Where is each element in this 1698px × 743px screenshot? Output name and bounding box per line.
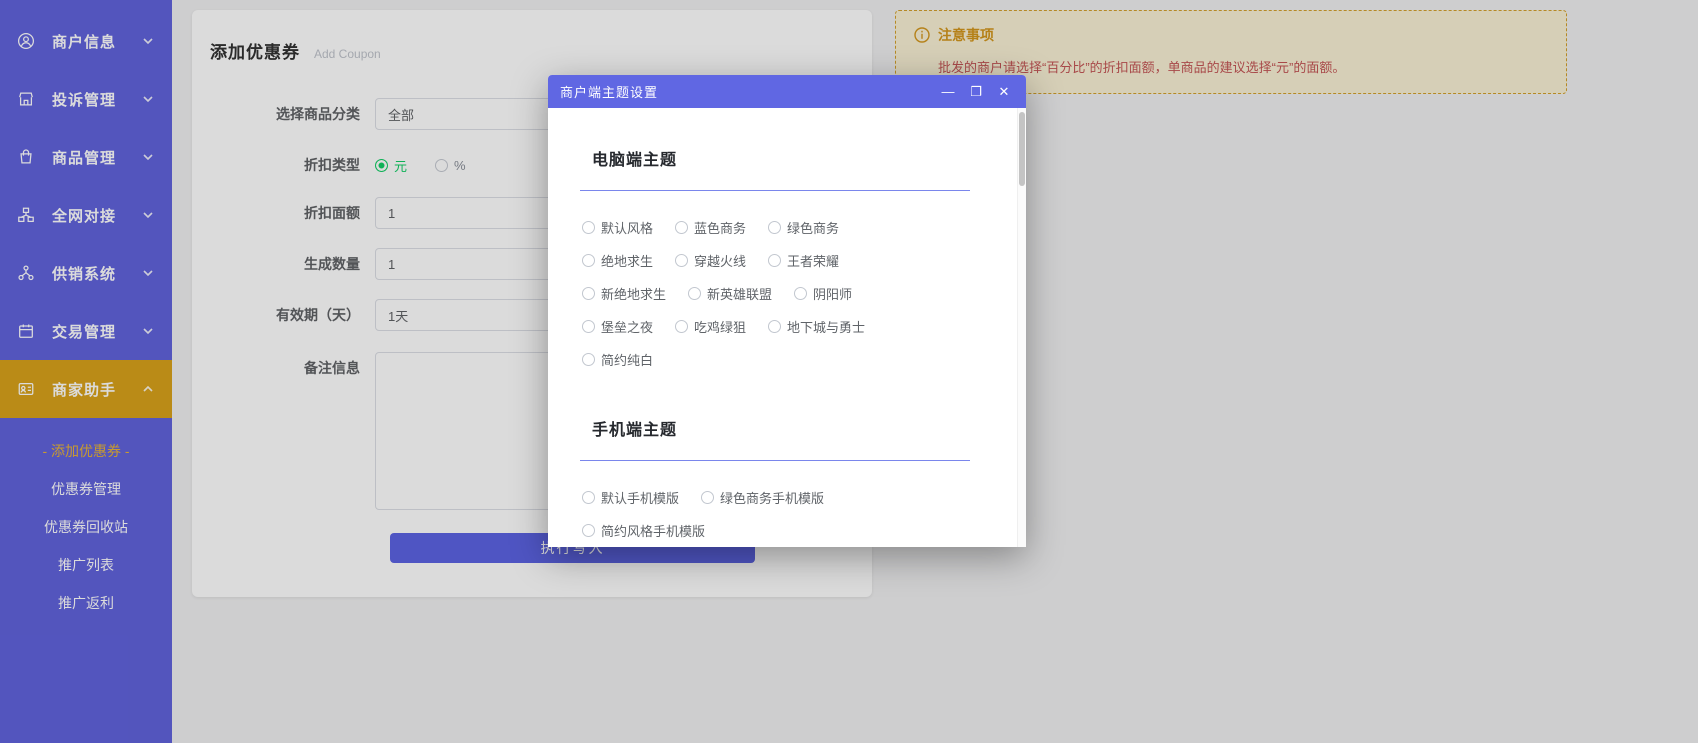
theme-option-label: 简约纯白 [601,350,653,369]
radio-unselected-icon [701,491,714,504]
theme-option-label: 默认风格 [601,218,653,237]
theme-option[interactable]: 新英雄联盟 [688,283,772,303]
theme-section-heading: 手机端主题 [592,416,970,440]
theme-section-heading: 电脑端主题 [592,146,970,170]
radio-unselected-icon [794,287,807,300]
modal-scrollbar[interactable] [1017,108,1026,547]
theme-option[interactable]: 堡垒之夜 [582,316,653,336]
radio-unselected-icon [582,491,595,504]
theme-option-label: 地下城与勇士 [787,317,865,336]
theme-option-label: 默认手机模版 [601,488,679,507]
theme-option[interactable]: 阴阳师 [794,283,852,303]
theme-option[interactable]: 王者荣耀 [768,250,839,270]
theme-options: 默认手机模版 绿色商务手机模版简约风格手机模版 [582,487,918,547]
radio-unselected-icon [582,524,595,537]
radio-unselected-icon [768,320,781,333]
theme-option-label: 堡垒之夜 [601,317,653,336]
theme-option[interactable]: 新绝地求生 [582,283,666,303]
close-icon[interactable]: ✕ [994,75,1014,108]
radio-unselected-icon [768,254,781,267]
minimize-icon[interactable]: — [938,75,958,108]
theme-option[interactable]: 绝地求生 [582,250,653,270]
theme-option-label: 王者荣耀 [787,251,839,270]
section-divider [580,190,970,191]
theme-option[interactable]: 绿色商务手机模版 [701,487,824,507]
radio-unselected-icon [675,320,688,333]
modal-header[interactable]: 商户端主题设置 — ❐ ✕ [548,75,1026,108]
theme-option-label: 吃鸡绿狙 [694,317,746,336]
theme-option[interactable]: 绿色商务 [768,217,839,237]
radio-unselected-icon [675,254,688,267]
modal-title: 商户端主题设置 [560,82,930,101]
radio-unselected-icon [582,254,595,267]
radio-unselected-icon [582,320,595,333]
radio-unselected-icon [582,353,595,366]
theme-option-label: 简约风格手机模版 [601,521,705,540]
modal-body: 电脑端主题默认风格 蓝色商务 绿色商务绝地求生 穿越火线 王者荣耀新绝地求生 新英雄联盟 阴… [548,108,1026,547]
theme-option[interactable]: 穿越火线 [675,250,746,270]
theme-option-label: 绝地求生 [601,251,653,270]
theme-option[interactable]: 简约风格手机模版 [582,520,705,540]
theme-option[interactable]: 蓝色商务 [675,217,746,237]
theme-option-label: 新英雄联盟 [707,284,772,303]
theme-option-label: 绿色商务 [787,218,839,237]
radio-unselected-icon [582,287,595,300]
maximize-icon[interactable]: ❐ [966,75,986,108]
section-divider [580,460,970,461]
radio-unselected-icon [688,287,701,300]
modal-sections: 电脑端主题默认风格 蓝色商务 绿色商务绝地求生 穿越火线 王者荣耀新绝地求生 新英雄联盟 阴… [580,146,970,547]
theme-section: 电脑端主题默认风格 蓝色商务 绿色商务绝地求生 穿越火线 王者荣耀新绝地求生 新英雄联盟 阴… [580,146,970,382]
theme-option[interactable]: 简约纯白 [582,349,653,369]
theme-option-label: 蓝色商务 [694,218,746,237]
theme-option[interactable]: 默认手机模版 [582,487,679,507]
theme-option-label: 穿越火线 [694,251,746,270]
theme-option[interactable]: 默认风格 [582,217,653,237]
theme-option-label: 绿色商务手机模版 [720,488,824,507]
scrollbar-thumb[interactable] [1019,112,1025,186]
theme-section: 手机端主题默认手机模版 绿色商务手机模版简约风格手机模版 [580,416,970,547]
radio-unselected-icon [582,221,595,234]
theme-option[interactable]: 地下城与勇士 [768,316,865,336]
radio-unselected-icon [768,221,781,234]
theme-option-label: 新绝地求生 [601,284,666,303]
theme-settings-modal: 商户端主题设置 — ❐ ✕ 电脑端主题默认风格 蓝色商务 绿色商务绝地求生 穿越火线 王… [548,75,1026,547]
radio-unselected-icon [675,221,688,234]
theme-options: 默认风格 蓝色商务 绿色商务绝地求生 穿越火线 王者荣耀新绝地求生 新英雄联盟 阴阳师堡垒之… [582,217,918,382]
theme-option-label: 阴阳师 [813,284,852,303]
theme-option[interactable]: 吃鸡绿狙 [675,316,746,336]
